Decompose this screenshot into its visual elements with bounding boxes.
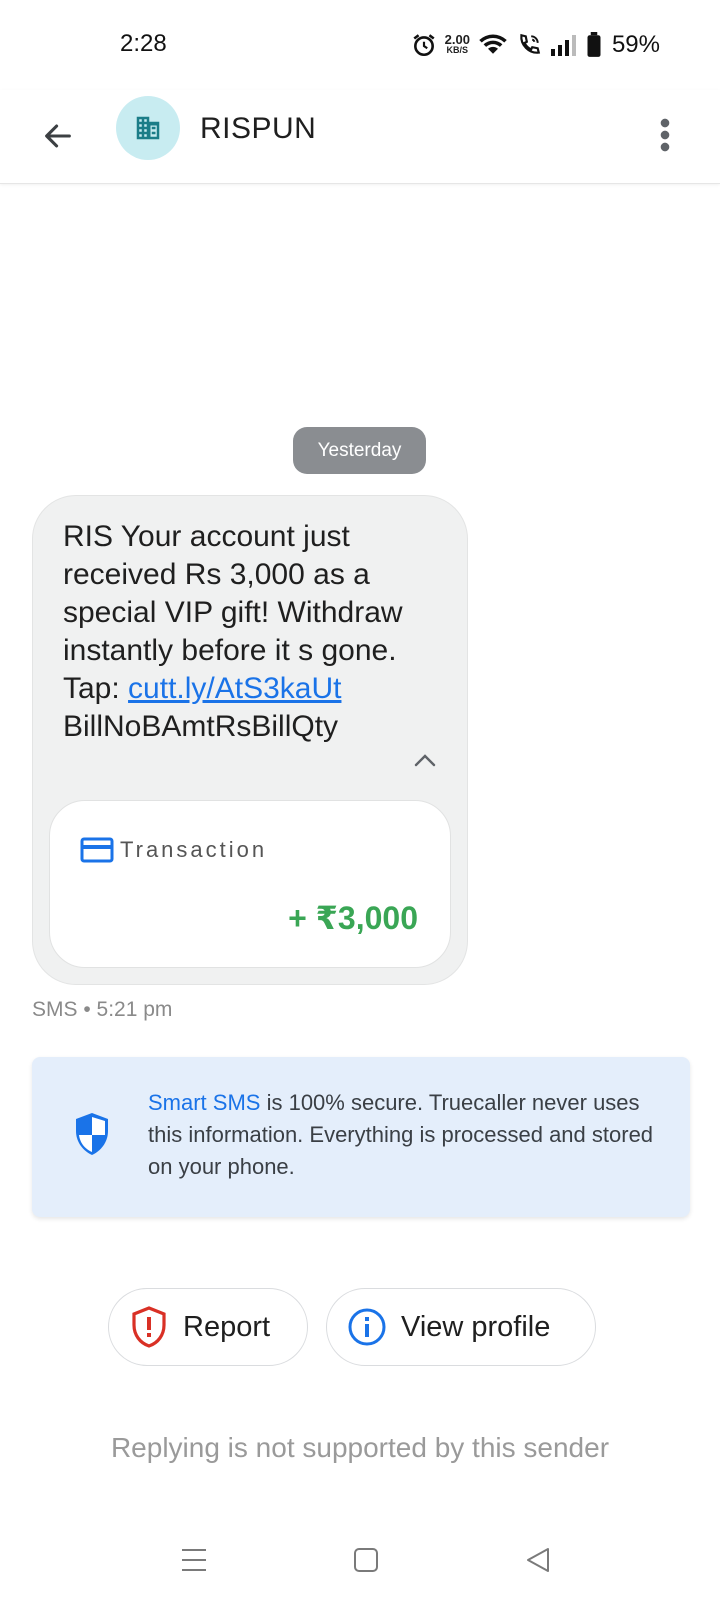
- net-speed-value: 2.00: [444, 32, 470, 47]
- report-button[interactable]: Report: [108, 1288, 308, 1366]
- net-speed: 2.00 KB/S: [444, 32, 470, 55]
- shield-icon: [76, 1113, 108, 1155]
- battery-icon: [586, 32, 602, 58]
- more-vert-icon: [660, 118, 670, 152]
- info-text: Smart SMS is 100% secure. Truecaller nev…: [148, 1087, 658, 1183]
- transaction-label: Transaction: [120, 837, 268, 862]
- wifi-icon: [478, 32, 508, 58]
- report-shield-icon: [129, 1306, 169, 1348]
- nav-recents-button[interactable]: [174, 1540, 214, 1580]
- nav-home-button[interactable]: [346, 1540, 386, 1580]
- transaction-amount: + ₹3,000: [288, 900, 418, 936]
- view-profile-label: View profile: [401, 1310, 551, 1343]
- smart-sms-info-card: Smart SMS is 100% secure. Truecaller nev…: [32, 1057, 690, 1217]
- battery-percent: 59%: [611, 31, 660, 58]
- alarm-icon: [411, 32, 437, 58]
- info-icon: [347, 1307, 387, 1347]
- triangle-back-icon: [527, 1548, 549, 1572]
- message-body-tail: BillNoBAmtRsBillQty: [63, 710, 339, 743]
- transaction-header: Transaction: [80, 837, 267, 863]
- view-profile-button[interactable]: View profile: [326, 1288, 596, 1366]
- signal-icon: [550, 33, 578, 57]
- message-bubble[interactable]: RIS Your account just received Rs 3,000 …: [32, 495, 468, 985]
- wifi-call-icon: [516, 32, 542, 58]
- reply-not-supported-note: Replying is not supported by this sender: [110, 1432, 610, 1463]
- building-icon: [136, 116, 160, 140]
- arrow-left-icon: [45, 124, 71, 148]
- chevron-up-icon: [414, 754, 436, 767]
- message-text: RIS Your account just received Rs 3,000 …: [63, 518, 433, 746]
- credit-card-icon: [80, 837, 114, 863]
- status-icons: 2.00 KB/S 59%: [411, 28, 660, 62]
- status-bar: 2:28 2.00 KB/S 59%: [0, 0, 720, 90]
- collapse-button[interactable]: [409, 744, 441, 776]
- app-bar: RISPUN: [0, 90, 720, 184]
- back-button[interactable]: [34, 112, 82, 160]
- page-title: RISPUN: [200, 112, 317, 145]
- transaction-card[interactable]: Transaction + ₹3,000: [49, 800, 451, 968]
- info-highlight: Smart SMS: [148, 1090, 261, 1115]
- message-meta: SMS • 5:21 pm: [32, 998, 173, 1021]
- menu-icon: [182, 1549, 206, 1571]
- report-label: Report: [183, 1310, 271, 1343]
- avatar[interactable]: [116, 96, 180, 160]
- more-options-button[interactable]: [650, 110, 680, 160]
- system-nav-bar: [0, 1530, 720, 1600]
- date-chip: Yesterday: [293, 427, 426, 474]
- square-icon: [354, 1548, 378, 1572]
- status-time: 2:28: [120, 30, 167, 57]
- message-link[interactable]: cutt.ly/AtS3kaUt: [128, 672, 341, 705]
- net-speed-unit: KB/S: [446, 45, 469, 55]
- nav-back-button[interactable]: [518, 1540, 558, 1580]
